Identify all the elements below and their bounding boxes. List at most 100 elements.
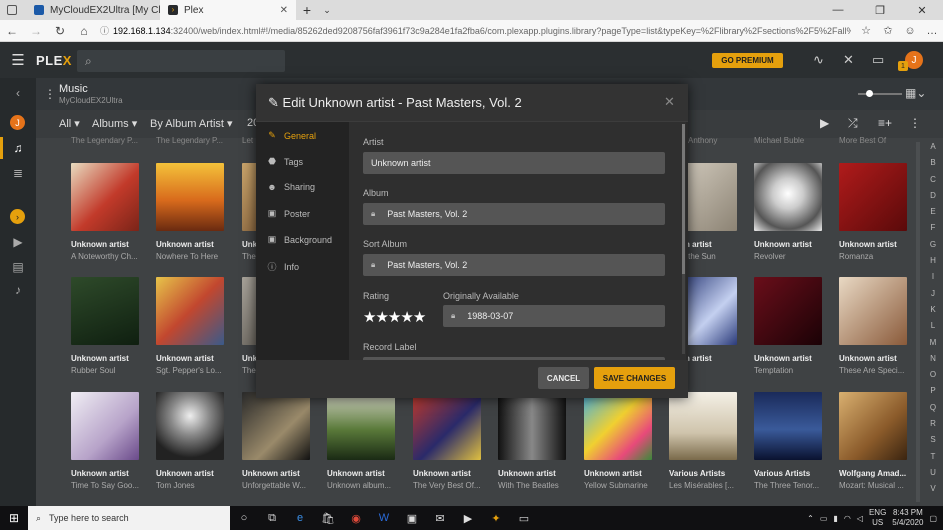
alphabet-jump-v[interactable]: V <box>926 484 940 500</box>
network-icon[interactable]: ▭ <box>820 514 828 523</box>
chevron-up-icon[interactable]: ⌃ <box>807 514 814 523</box>
album-tile[interactable]: Various Artists Les Misérables [... <box>669 392 737 490</box>
clock[interactable]: 8:43 PM 5/4/2020 <box>892 508 923 528</box>
star-icon[interactable]: ★ <box>375 309 388 326</box>
album-tile[interactable]: Unknown artist A Noteworthy Ch... <box>71 163 139 261</box>
alphabet-jump-b[interactable]: B <box>926 158 940 174</box>
close-icon[interactable]: ✕ <box>664 94 675 110</box>
zoom-slider[interactable] <box>858 90 902 97</box>
news-icon[interactable]: ▤ <box>0 260 36 274</box>
new-tab-button[interactable]: + <box>296 2 318 18</box>
alphabet-jump-l[interactable]: L <box>926 321 940 337</box>
list-icon[interactable]: ≣ <box>0 166 36 180</box>
album-tile[interactable]: Unknown artist Unforgettable W... <box>242 392 310 490</box>
album-tile[interactable]: Unknown artist Sgt. Pepper's Lo... <box>156 277 224 375</box>
wifi-icon[interactable]: ◠ <box>844 514 851 523</box>
album-tile[interactable]: Unknown artist The Very Best Of... <box>413 392 481 490</box>
photos-icon[interactable]: ▣ <box>398 512 426 525</box>
more-options-icon[interactable]: ⋮ <box>909 116 921 130</box>
album-tile[interactable]: Unknown artist These Are Speci... <box>839 277 907 375</box>
alphabet-jump-o[interactable]: O <box>926 370 940 386</box>
app-icon[interactable]: ◉ <box>342 512 370 525</box>
star-icon[interactable]: ★ <box>388 309 401 326</box>
battery-icon[interactable]: ▮ <box>833 514 837 523</box>
profile-icon[interactable]: ☺ <box>899 25 921 37</box>
filter-all[interactable]: All ▾ <box>59 117 80 130</box>
close-icon[interactable]: ✕ <box>280 5 288 16</box>
album-tile[interactable]: Unknown artist With The Beatles <box>498 392 566 490</box>
artist-input[interactable]: Unknown artist <box>363 152 665 174</box>
minimize-icon[interactable]: — <box>817 0 859 20</box>
grid-view-icon[interactable]: ▦⌄ <box>905 86 926 100</box>
sidebar-avatar[interactable]: J <box>10 115 25 130</box>
mail-icon[interactable]: ✉ <box>426 512 454 525</box>
music-icon[interactable]: ♫ <box>0 141 36 155</box>
more-icon[interactable]: … <box>921 25 943 37</box>
cancel-button[interactable]: CANCEL <box>538 367 589 389</box>
alphabet-jump-a[interactable]: A <box>926 142 940 158</box>
sort-album-input[interactable]: 🔒︎ Past Masters, Vol. 2 <box>363 254 665 276</box>
nav-item-tags[interactable]: ⬣ Tags <box>266 156 303 167</box>
windows-start-icon[interactable]: ⊞ <box>0 511 28 525</box>
alphabet-jump-g[interactable]: G <box>926 240 940 256</box>
menu-icon[interactable]: ☰ <box>0 51 36 69</box>
taskbar-search-input[interactable]: ⌕ Type here to search <box>28 506 230 530</box>
cortana-icon[interactable]: ○ <box>230 512 258 524</box>
album-tile[interactable]: Unknown artist Temptation <box>754 277 822 375</box>
edge-icon[interactable]: e <box>286 512 314 524</box>
url-field[interactable]: ⓘ 192.168.1.134:32400/web/index.html#!/m… <box>100 23 851 39</box>
activity-icon[interactable]: ∿ <box>813 52 824 68</box>
album-tile[interactable]: Unknown artist Tom Jones <box>156 392 224 490</box>
settings-icon[interactable]: ✕ <box>843 52 854 68</box>
lock-icon[interactable]: 🔒︎ <box>451 311 455 321</box>
plex-logo[interactable]: PLEX <box>36 53 72 68</box>
album-tile[interactable]: Unknown artist Nowhere To Here <box>156 163 224 261</box>
window-icon[interactable]: ▭ <box>510 512 538 525</box>
add-to-playlist-icon[interactable]: ≡+ <box>878 116 892 130</box>
tab-mycloud[interactable]: MyCloudEX2Ultra [My Clou ✕ <box>26 0 160 20</box>
play-icon[interactable]: ▶ <box>820 116 829 130</box>
close-window-icon[interactable]: ✕ <box>901 0 943 20</box>
alphabet-jump-p[interactable]: P <box>926 386 940 402</box>
cast-icon[interactable]: ▭ <box>872 52 884 68</box>
alphabet-jump-d[interactable]: D <box>926 191 940 207</box>
content-scrollbar[interactable] <box>916 142 920 502</box>
album-tile[interactable]: Unknown artist Romanza <box>839 163 907 261</box>
album-tile[interactable]: Unknown artist Revolver <box>754 163 822 261</box>
word-icon[interactable]: W <box>370 512 398 524</box>
task-view-icon[interactable]: ⧉ <box>258 512 286 525</box>
album-tile[interactable]: Unknown artist Unknown album... <box>327 392 395 490</box>
nav-item-sharing[interactable]: ☻ Sharing <box>266 182 315 192</box>
go-premium-button[interactable]: GO PREMIUM <box>712 53 783 68</box>
back-icon[interactable]: ← <box>0 24 24 38</box>
tab-plex[interactable]: › Plex ✕ <box>160 0 296 20</box>
album-tile[interactable]: Various Artists The Three Tenor... <box>754 392 822 490</box>
notifications-icon[interactable]: ▢ <box>929 514 937 523</box>
alphabet-jump-n[interactable]: N <box>926 354 940 370</box>
save-changes-button[interactable]: SAVE CHANGES <box>594 367 675 389</box>
alphabet-jump-m[interactable]: M <box>926 338 940 354</box>
nav-item-general[interactable]: ✎ General <box>266 130 316 141</box>
refresh-icon[interactable]: ↻ <box>48 24 72 38</box>
plex-discover-icon[interactable]: › <box>10 209 25 224</box>
video-icon[interactable]: ▶ <box>0 235 36 249</box>
slider-handle[interactable] <box>866 90 873 97</box>
nav-item-info[interactable]: ⓘ Info <box>266 260 299 273</box>
tools-icon[interactable]: ✦ <box>482 512 510 525</box>
alphabet-jump-i[interactable]: I <box>926 272 940 288</box>
star-icon[interactable]: ★ <box>400 309 413 326</box>
alphabet-jump-h[interactable]: H <box>926 256 940 272</box>
collapse-icon[interactable]: ‹ <box>0 86 36 100</box>
maximize-icon[interactable]: ❐ <box>859 0 901 20</box>
tab-actions[interactable] <box>0 0 26 20</box>
forward-icon[interactable]: → <box>24 24 48 38</box>
alphabet-jump-k[interactable]: K <box>926 305 940 321</box>
microphone-icon[interactable]: ♪ <box>0 283 36 297</box>
media-icon[interactable]: ▶ <box>454 512 482 525</box>
star-icon[interactable]: ★ <box>363 309 376 326</box>
star-icon[interactable]: ★ <box>413 309 426 326</box>
nav-item-background[interactable]: ▣ Background <box>266 234 332 245</box>
more-vertical-icon[interactable]: ⋮ <box>44 87 56 101</box>
album-input[interactable]: 🔒︎ Past Masters, Vol. 2 <box>363 203 665 225</box>
alphabet-jump-r[interactable]: R <box>926 419 940 435</box>
